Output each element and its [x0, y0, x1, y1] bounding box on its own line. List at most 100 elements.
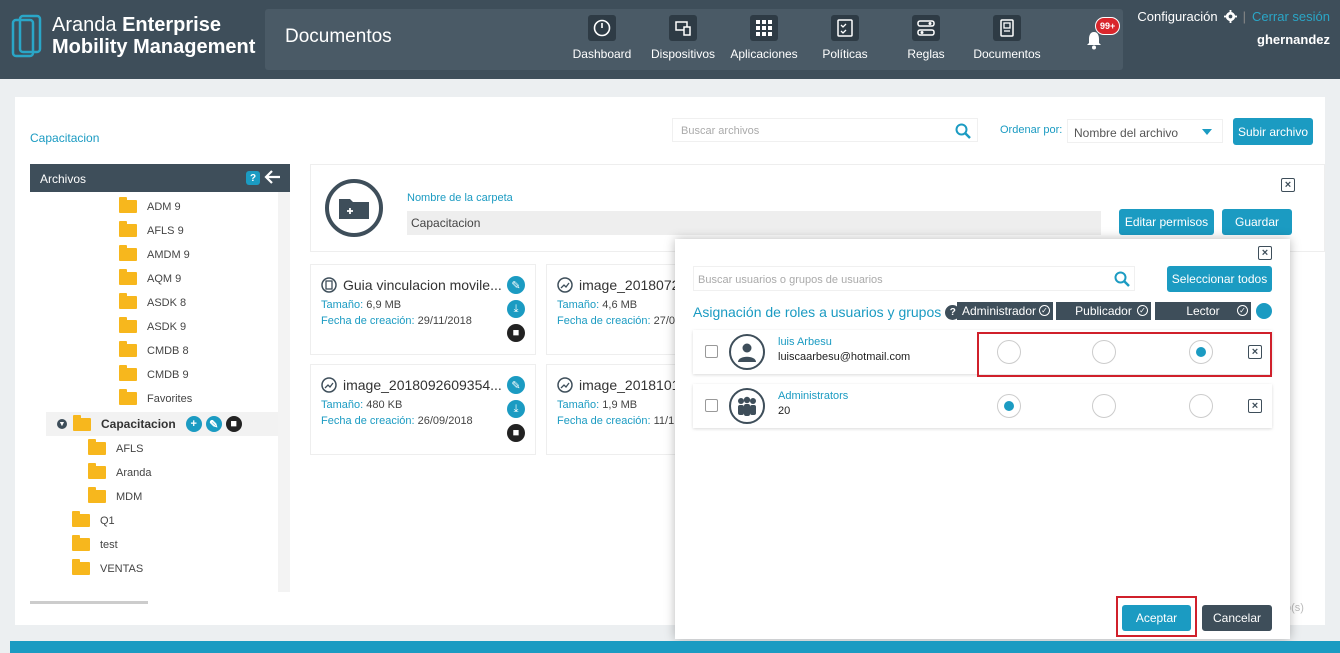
- download-icon[interactable]: ⤓: [507, 400, 525, 418]
- gear-icon[interactable]: [1223, 10, 1237, 23]
- date-value: 27/0: [653, 315, 676, 327]
- order-select[interactable]: Nombre del archivo: [1067, 119, 1223, 143]
- nav-dispositivos[interactable]: Dispositivos: [640, 15, 726, 61]
- nav-reglas[interactable]: Reglas: [883, 15, 969, 61]
- logout-link[interactable]: Cerrar sesión: [1252, 9, 1330, 24]
- brand-logo-icon: [11, 14, 42, 58]
- config-link[interactable]: Configuración: [1137, 9, 1217, 24]
- chevron-down-icon[interactable]: ▼: [57, 419, 67, 429]
- brand[interactable]: Aranda Enterprise Mobility Management: [10, 14, 255, 62]
- tree-label: CMDB 8: [147, 344, 189, 357]
- save-button[interactable]: Guardar: [1222, 209, 1292, 235]
- roles-title: Asignación de roles a usuarios y grupos …: [693, 304, 961, 320]
- tree-item[interactable]: MDM: [88, 487, 142, 503]
- tree-item[interactable]: ASDK 8: [119, 293, 186, 309]
- upload-file-button[interactable]: Subir archivo: [1233, 118, 1313, 145]
- edit-permissions-button[interactable]: Editar permisos: [1119, 209, 1214, 235]
- trash-icon[interactable]: ■: [507, 324, 525, 342]
- tree-horizontal-scrollbar[interactable]: [30, 601, 148, 604]
- folder-icon: [72, 559, 90, 575]
- check-circle-icon: ✓: [1039, 305, 1050, 316]
- row-checkbox[interactable]: [705, 399, 718, 412]
- accept-button[interactable]: Aceptar: [1122, 605, 1191, 631]
- tree-item[interactable]: AFLS 9: [119, 221, 184, 237]
- search-icon[interactable]: [955, 123, 971, 139]
- row-email: luiscaarbesu@hotmail.com: [778, 351, 911, 363]
- tree-item[interactable]: Favorites: [119, 389, 192, 405]
- file-card[interactable]: image_2018092609354... Tamaño: 480 KB Fe…: [310, 364, 536, 455]
- folder-name-input[interactable]: Capacitacion: [407, 211, 1101, 235]
- top-header: Aranda Enterprise Mobility Management Do…: [0, 0, 1340, 79]
- trash-icon[interactable]: ■: [507, 424, 525, 442]
- file-name: image_2018092609354...: [343, 377, 502, 393]
- order-value: Nombre del archivo: [1074, 126, 1179, 140]
- file-title: image_2018072: [557, 277, 679, 293]
- row-checkbox[interactable]: [705, 345, 718, 358]
- user-avatar-icon: [729, 334, 765, 370]
- tree-item[interactable]: Aranda: [88, 463, 151, 479]
- tree-label: AFLS: [116, 442, 144, 455]
- tree-item[interactable]: AFLS: [88, 439, 144, 455]
- radio-administrador[interactable]: [997, 394, 1021, 418]
- tree-label: Capacitacion: [101, 417, 176, 431]
- breadcrumb[interactable]: Capacitacion: [30, 131, 99, 145]
- nav-documentos[interactable]: Documentos: [964, 15, 1050, 61]
- tree-item-selected[interactable]: ▼ Capacitacion + ✎ ■: [57, 414, 242, 432]
- brand-bold-2: Mobility Management: [52, 36, 256, 58]
- user-search-input[interactable]: Buscar usuarios o grupos de usuarios: [693, 266, 1135, 291]
- nav-aplicaciones[interactable]: Aplicaciones: [721, 15, 807, 61]
- trash-icon[interactable]: ■: [225, 416, 242, 432]
- role-header-administrador[interactable]: Administrador ✓: [957, 302, 1053, 320]
- close-icon[interactable]: ×: [1281, 178, 1295, 192]
- nav-label: Dashboard: [572, 47, 632, 61]
- role-header-lector[interactable]: Lector ✓: [1155, 302, 1251, 320]
- roles-title-text: Asignación de roles a usuarios y grupos: [693, 304, 942, 320]
- tree-item[interactable]: CMDB 8: [119, 341, 189, 357]
- edit-icon[interactable]: ✎: [205, 416, 222, 432]
- date-value: 29/11/2018: [417, 315, 472, 327]
- role-label: Lector: [1186, 304, 1220, 318]
- close-icon[interactable]: ×: [1258, 246, 1272, 260]
- file-search-input[interactable]: Buscar archivos: [672, 118, 978, 142]
- file-card[interactable]: Guia vinculacion movile... Tamaño: 6,9 M…: [310, 264, 536, 355]
- arrow-left-icon[interactable]: [264, 169, 282, 185]
- edit-icon[interactable]: ✎: [507, 276, 525, 294]
- role-header-publicador[interactable]: Publicador ✓: [1056, 302, 1151, 320]
- folder-icon: [88, 463, 106, 479]
- tree-item[interactable]: test: [72, 535, 118, 551]
- size-label: Tamaño:: [557, 299, 600, 311]
- username: ghernandez: [1257, 32, 1330, 47]
- folder-icon: [88, 487, 106, 503]
- folder-icon: [119, 197, 137, 213]
- nav-politicas[interactable]: Políticas: [802, 15, 888, 61]
- tree-label: Q1: [100, 514, 115, 527]
- tree-item[interactable]: Q1: [72, 511, 115, 527]
- tree-item[interactable]: ADM 9: [119, 197, 181, 213]
- file-date: Fecha de creación: 26/09/2018: [321, 415, 473, 427]
- tree-scrollbar[interactable]: [278, 192, 290, 592]
- folder-open-icon: [73, 414, 91, 431]
- devices-icon: [669, 15, 697, 41]
- tree-item[interactable]: AMDM 9: [119, 245, 190, 261]
- radio-publicador[interactable]: [1092, 394, 1116, 418]
- search-icon[interactable]: [1114, 271, 1130, 287]
- tree-item[interactable]: CMDB 9: [119, 365, 189, 381]
- download-icon[interactable]: ⤓: [507, 300, 525, 318]
- footer-bar: [10, 641, 1340, 653]
- help-icon[interactable]: ?: [246, 171, 260, 185]
- tree-item[interactable]: ASDK 9: [119, 317, 187, 333]
- tree-label: test: [100, 538, 118, 551]
- add-folder-icon[interactable]: +: [185, 416, 202, 432]
- edit-icon[interactable]: ✎: [507, 376, 525, 394]
- nav-dashboard[interactable]: Dashboard: [559, 15, 645, 61]
- cancel-button[interactable]: Cancelar: [1202, 605, 1272, 631]
- select-all-button[interactable]: Seleccionar todos: [1167, 266, 1272, 292]
- rules-icon: [912, 15, 940, 41]
- tree-item[interactable]: VENTAS: [72, 559, 143, 575]
- tree-item[interactable]: AQM 9: [119, 269, 181, 285]
- radio-lector[interactable]: [1189, 394, 1213, 418]
- folder-icon: [119, 293, 137, 309]
- tree-label: ASDK 9: [147, 320, 187, 333]
- clear-roles-icon[interactable]: [1256, 303, 1272, 319]
- remove-icon[interactable]: ×: [1248, 399, 1262, 413]
